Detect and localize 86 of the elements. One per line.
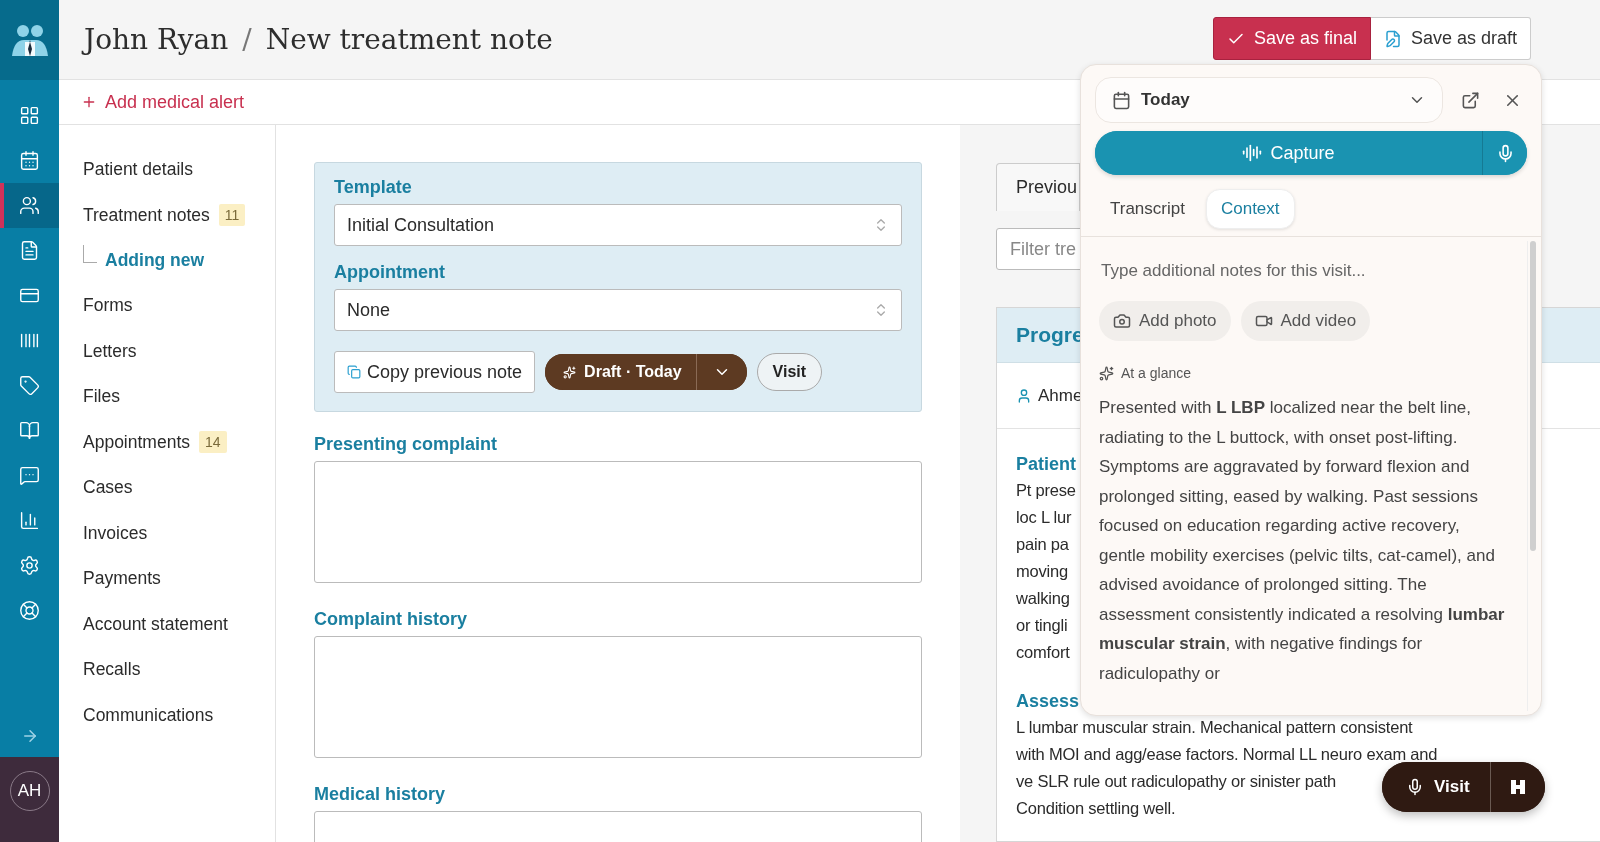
book-icon [19, 420, 40, 441]
nav-link[interactable]: Recalls [83, 659, 141, 681]
note-text-line: walking [1016, 588, 1070, 609]
card-title: Progre [1016, 323, 1084, 347]
people-icon [19, 195, 40, 216]
previous-tab[interactable]: Previou [996, 163, 1080, 211]
copy-note-button[interactable]: Copy previous note [334, 351, 536, 393]
note-field[interactable] [314, 461, 922, 583]
note-text-line: Pt prese [1016, 480, 1076, 501]
draft-button[interactable]: Draft · Today [545, 354, 697, 390]
glance-title: At a glance [1121, 365, 1192, 381]
dashboard-icon [19, 105, 40, 126]
camera-icon [1113, 312, 1131, 330]
nav-link[interactable]: Account statement [83, 613, 228, 635]
note-text-line: loc L lur [1016, 507, 1072, 528]
waveform-icon [1242, 143, 1263, 163]
note-text-line: ve SLR rule out radiculopathy or sinister path [1016, 771, 1337, 792]
notes-field[interactable]: Type additional notes for this visit... [1099, 257, 1509, 285]
panel-tab[interactable]: Transcript [1095, 189, 1200, 229]
scrollbar[interactable] [1530, 241, 1536, 551]
page-title: New treatment note [265, 23, 553, 56]
nav-link[interactable]: Treatment notes [83, 204, 210, 226]
section-heading: Patient [1016, 453, 1076, 476]
save-draft-button[interactable]: Save as draft [1370, 17, 1531, 60]
calendar-icon [1112, 90, 1131, 110]
nav-link[interactable]: Forms [83, 295, 133, 317]
sparkle-icon [1099, 365, 1114, 381]
copy-icon [347, 365, 361, 379]
add-photo-button[interactable]: Add photo [1099, 301, 1231, 341]
nav-link[interactable]: Appointments [83, 431, 190, 453]
note-field[interactable] [314, 636, 922, 758]
lifebuoy-icon [19, 600, 40, 621]
chart-icon [19, 510, 40, 531]
logo-icon [9, 22, 50, 58]
nav-link[interactable]: Invoices [83, 522, 148, 544]
chat-icon [19, 465, 40, 486]
settings-icon [19, 555, 40, 576]
capture-button[interactable]: Capture [1095, 131, 1483, 175]
mic-button[interactable] [1483, 131, 1527, 175]
note-text-line: or tingli [1016, 615, 1068, 636]
field-label: Template [334, 177, 413, 198]
person-icon [1016, 387, 1032, 404]
nav-link[interactable]: Patient details [83, 159, 193, 181]
add-video-button[interactable]: Add video [1240, 301, 1371, 341]
logo-button[interactable] [1490, 762, 1545, 812]
section-label: Presenting complaint [314, 434, 499, 455]
nav-link[interactable]: Letters [83, 340, 137, 362]
count-badge: 14 [199, 431, 227, 454]
nav-link[interactable]: Adding new [105, 250, 205, 271]
field-label: Appointment [334, 262, 446, 283]
calendar-icon [19, 150, 40, 171]
people-nav-button[interactable] [0, 183, 59, 228]
date-select[interactable]: Today [1095, 77, 1443, 123]
visit-record-button[interactable]: Visit [1382, 762, 1491, 812]
external-link-icon [1460, 90, 1480, 110]
appointment-select[interactable]: None [334, 289, 902, 331]
template-select[interactable]: Initial Consultation [334, 204, 902, 246]
sparkle-icon [563, 365, 577, 379]
logo-icon [1509, 779, 1526, 795]
nav-link[interactable]: Cases [83, 477, 133, 499]
note-text-line: moving [1016, 561, 1068, 582]
note-text-line: L lumbar muscular strain. Mechanical pattern consistent [1016, 717, 1413, 738]
section-heading: Assess [1016, 690, 1080, 713]
count-badge: 11 [218, 204, 246, 227]
document-icon [19, 240, 40, 261]
panel-tab[interactable]: Context [1205, 189, 1295, 229]
edit-document-icon [1383, 29, 1402, 48]
author-name: Ahme [1038, 385, 1083, 406]
nav-link[interactable]: Payments [83, 568, 161, 590]
tree-line [83, 244, 97, 263]
nav-link[interactable]: Files [83, 386, 120, 408]
nav-link[interactable]: Communications [83, 704, 214, 726]
mic-icon [1406, 778, 1424, 796]
tag-icon [19, 375, 40, 396]
section-label: Complaint history [314, 609, 468, 630]
note-text-line: with MOI and agg/ease factors. Normal LL neuro exam and [1016, 744, 1438, 765]
save-final-button[interactable]: Save as final [1212, 17, 1371, 60]
plus-icon [81, 94, 97, 110]
breadcrumb-separator: / [242, 23, 252, 56]
section-label: Medical history [314, 784, 447, 805]
note-text-line: comfort [1016, 642, 1070, 663]
add-alert-link[interactable]: Add medical alert [81, 91, 245, 113]
summary-text: Presented with L LBP localized near the belt line, radiating to the L buttock, with onset post-lifting. Symptoms are aggravated by forward flexion and prolonged sitting, eased by walking. Past sessions focused on education regarding active recovery, gentle mobility exercises (pelvic tilts, cat-camel), and advised avoidance of prolonged sitting. The assessment consistently indicated a resolving lumbar muscular strain, with negative findings for radiculopathy or [1099, 397, 1506, 685]
note-text-line: Condition settling well. [1016, 798, 1176, 819]
visit-button[interactable]: Visit [756, 353, 823, 391]
note-text-line: pain pa [1016, 534, 1069, 555]
